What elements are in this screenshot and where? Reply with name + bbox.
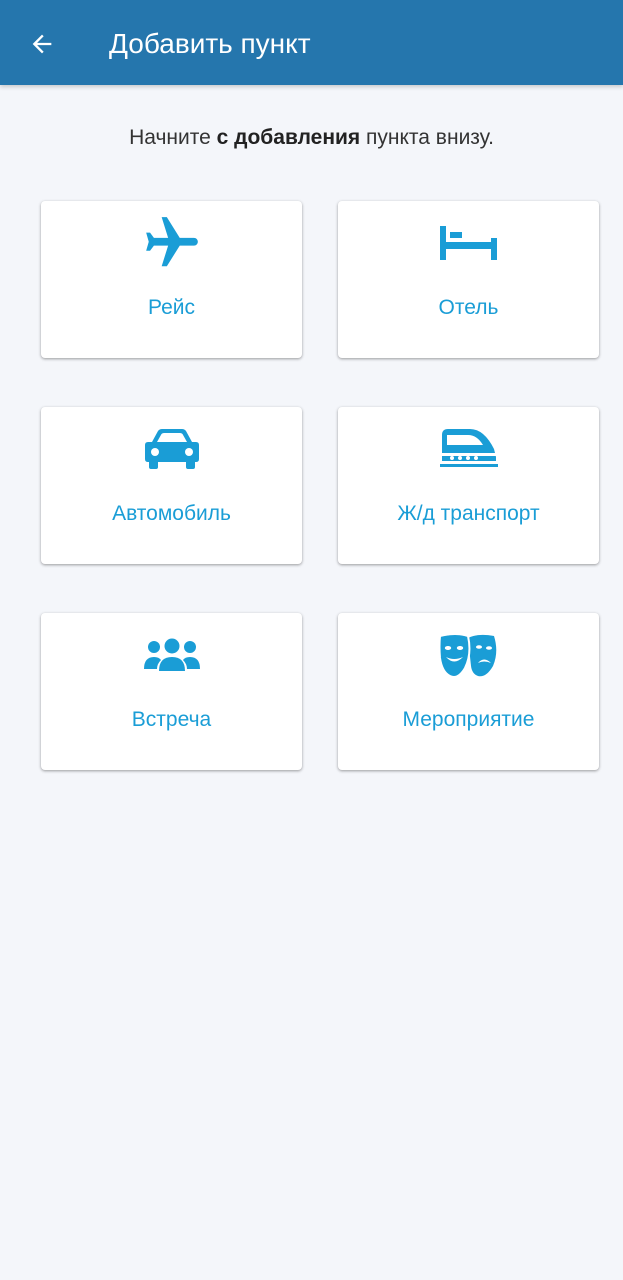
option-card-train[interactable]: Ж/д транспорт xyxy=(338,407,599,564)
theater-masks-icon xyxy=(338,625,599,685)
option-label: Рейс xyxy=(148,296,195,319)
bed-icon xyxy=(338,213,599,273)
intro-text-before: Начните xyxy=(129,126,217,149)
train-icon xyxy=(338,419,599,479)
option-label: Встреча xyxy=(131,708,212,731)
app-bar: Добавить пункт xyxy=(0,0,623,85)
option-label: Автомобиль xyxy=(112,502,231,525)
back-button[interactable] xyxy=(22,24,62,64)
option-card-hotel[interactable]: Отель xyxy=(338,201,599,358)
option-label: Ж/д транспорт xyxy=(397,502,540,525)
intro-text-after: пункта внизу. xyxy=(360,126,494,149)
airplane-icon xyxy=(41,213,302,273)
option-card-car[interactable]: Автомобиль xyxy=(41,407,302,564)
option-card-meeting[interactable]: Встреча xyxy=(41,613,302,770)
option-card-flight[interactable]: Рейс xyxy=(41,201,302,358)
intro-text: Начните с добавления пункта внизу. xyxy=(0,124,623,152)
car-icon xyxy=(41,419,302,479)
option-card-event[interactable]: Мероприятие xyxy=(338,613,599,770)
arrow-left-icon xyxy=(32,34,52,54)
intro-text-bold: с добавления xyxy=(216,126,361,149)
page-title: Добавить пункт xyxy=(109,28,311,59)
option-label: Мероприятие xyxy=(402,708,535,731)
option-label: Отель xyxy=(438,296,499,319)
group-icon xyxy=(41,625,302,685)
